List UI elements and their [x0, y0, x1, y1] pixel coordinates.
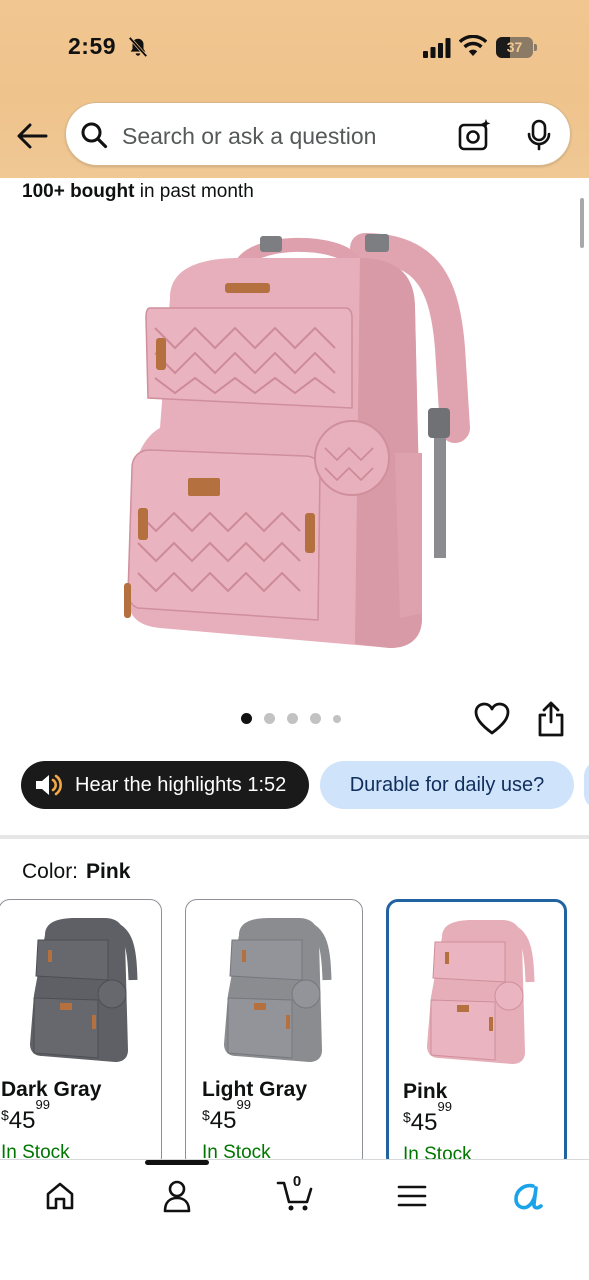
- swatch-dark-gray[interactable]: Dark Gray $4599 In Stock: [0, 899, 162, 1169]
- carousel-dot[interactable]: [310, 713, 321, 724]
- nav-active-indicator: [145, 1160, 209, 1165]
- swatch-light-gray[interactable]: Light Gray $4599 In Stock: [185, 899, 363, 1169]
- nav-home[interactable]: [40, 1178, 80, 1214]
- search-input[interactable]: Search or ask a question: [65, 102, 571, 166]
- swatch-price: $4599: [403, 1099, 452, 1136]
- battery-level: 37: [506, 39, 523, 55]
- selected-color: Pink: [86, 860, 131, 883]
- product-image[interactable]: [110, 228, 480, 658]
- microphone-icon[interactable]: [526, 119, 552, 151]
- scrollbar[interactable]: [580, 198, 584, 248]
- question-chip[interactable]: Durable for daily use?: [320, 761, 574, 809]
- wishlist-heart-icon[interactable]: [474, 702, 510, 736]
- search-placeholder: Search or ask a question: [122, 123, 377, 149]
- status-time: 2:59: [68, 33, 117, 59]
- nav-rufus[interactable]: [508, 1178, 548, 1214]
- share-icon[interactable]: [536, 700, 566, 738]
- hear-highlights-button[interactable]: Hear the highlights 1:52: [21, 761, 309, 809]
- swatch-name: Light Gray: [202, 1078, 308, 1101]
- swatch-price: $4599: [202, 1097, 251, 1134]
- back-button[interactable]: [14, 118, 50, 154]
- camera-search-icon[interactable]: [458, 118, 492, 152]
- swatch-pink[interactable]: Pink $4599 In Stock: [386, 899, 567, 1169]
- cart-count: 0: [292, 1173, 302, 1190]
- next-chip[interactable]: [584, 761, 589, 809]
- rufus-icon: [514, 1183, 543, 1210]
- back-arrow-icon: [17, 123, 48, 149]
- carousel-dot[interactable]: [241, 713, 252, 724]
- product-page: 2:59 37 Search or ask a question 100+ bo…: [0, 0, 589, 1280]
- speaker-audio-icon: [36, 774, 62, 796]
- wifi-icon: [459, 35, 487, 56]
- cellular-signal-icon: [423, 38, 451, 58]
- bought-in-past-month: 100+ bought in past month: [22, 181, 254, 202]
- swatch-image: [389, 912, 564, 1072]
- hear-highlights-label: Hear the highlights 1:52: [75, 773, 287, 796]
- menu-icon: [397, 1185, 427, 1207]
- bell-slash-icon: [128, 36, 148, 58]
- search-icon: [81, 122, 108, 149]
- question-chip-label: Durable for daily use?: [349, 773, 545, 796]
- swatch-price: $4599: [1, 1097, 50, 1134]
- nav-menu[interactable]: [392, 1178, 432, 1214]
- section-divider: [0, 835, 589, 839]
- backpack-thumb: [30, 918, 138, 1062]
- home-icon: [46, 1182, 74, 1210]
- carousel-dot[interactable]: [264, 713, 275, 724]
- header: 2:59 37 Search or ask a question: [0, 0, 589, 178]
- profile-icon: [163, 1180, 191, 1213]
- nav-profile[interactable]: [157, 1178, 197, 1214]
- swatch-image: [0, 910, 161, 1070]
- image-carousel-dots[interactable]: [241, 713, 361, 727]
- color-label: Color: Pink: [22, 860, 131, 883]
- carousel-dot[interactable]: [287, 713, 298, 724]
- swatch-name: Dark Gray: [1, 1078, 102, 1101]
- swatch-image: [186, 910, 362, 1070]
- carousel-dot[interactable]: [333, 714, 341, 723]
- backpack-thumb: [426, 920, 534, 1064]
- battery-icon: 37: [496, 37, 538, 58]
- backpack-thumb: [224, 918, 332, 1062]
